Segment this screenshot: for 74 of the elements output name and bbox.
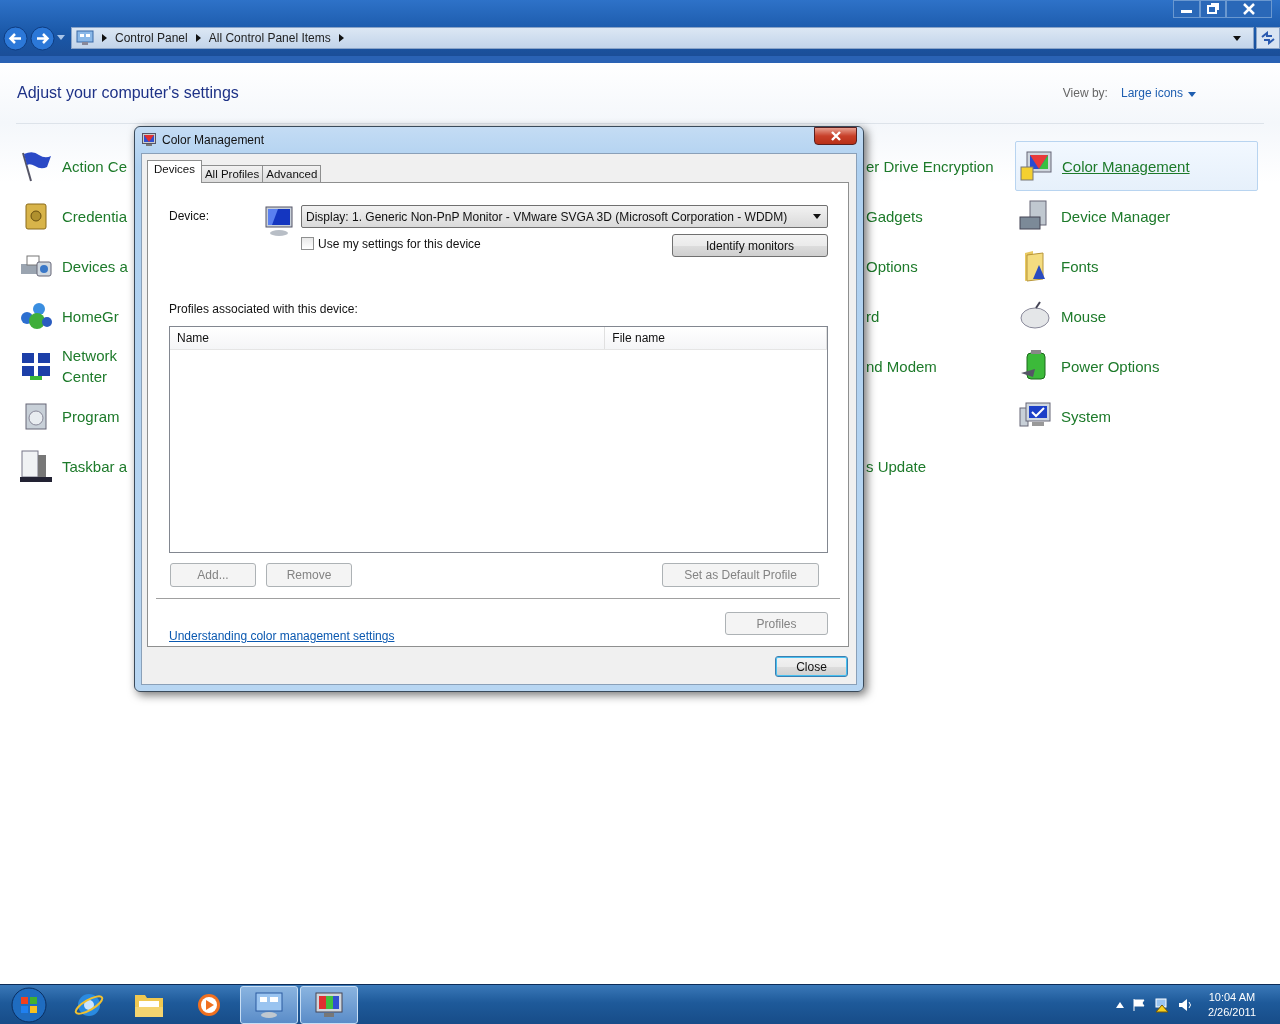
tab[interactable]: Devices: [147, 160, 202, 183]
control-panel-link[interactable]: Options: [866, 255, 918, 277]
close-button[interactable]: Close: [775, 656, 848, 677]
forward-icon[interactable]: [30, 25, 55, 51]
clock-date[interactable]: 2/26/2011: [1207, 1004, 1256, 1020]
breadcrumb-arrow-icon[interactable]: [195, 34, 201, 42]
control-panel-link[interactable]: Power Options: [1061, 355, 1160, 377]
spheres-icon: [19, 300, 53, 332]
checkbox[interactable]: [301, 237, 314, 250]
restore-icon[interactable]: [1200, 0, 1226, 18]
control-panel-link[interactable]: Device Manager: [1061, 205, 1171, 227]
close-icon[interactable]: [1226, 0, 1272, 18]
control-panel-link[interactable]: Program: [62, 405, 120, 427]
control-panel-link[interactable]: HomeGr: [62, 305, 119, 327]
control-panel-link[interactable]: rd: [866, 305, 880, 327]
monitor-icon: [264, 205, 294, 237]
control-panel-link[interactable]: Fonts: [1061, 255, 1099, 277]
control-panel-link[interactable]: er Drive Encryption: [866, 155, 994, 177]
control-panel-link[interactable]: Gadgets: [866, 205, 923, 227]
control-panel-link[interactable]: Action Ce: [62, 155, 128, 177]
device-label: Device:: [169, 209, 210, 223]
profiles-label: Profiles associated with this device:: [169, 302, 359, 316]
control-panel-link[interactable]: Color Management: [1062, 155, 1190, 177]
selected-item-highlight[interactable]: Color Management: [1015, 141, 1258, 191]
profiles-list[interactable]: Name File name: [169, 326, 828, 553]
device-dropdown[interactable]: Display: 1. Generic Non-PnP Monitor - VMware SVGA 3D (Microsoft Corporation - WDDM): [301, 205, 828, 228]
close-button[interactable]: [814, 127, 857, 145]
control-panel-link[interactable]: s Update: [866, 455, 927, 477]
mouse-icon: [1018, 300, 1052, 332]
control-panel-link[interactable]: Credentia: [62, 205, 128, 227]
back-icon[interactable]: [3, 25, 28, 51]
breadcrumb-arrow-icon[interactable]: [102, 34, 107, 42]
speaker-icon[interactable]: [1177, 997, 1194, 1012]
taskbar-button[interactable]: [240, 985, 298, 1024]
column-header[interactable]: File name: [605, 327, 827, 349]
view-by-dropdown[interactable]: Large icons: [1120, 86, 1196, 100]
media-player-icon[interactable]: [196, 991, 222, 1018]
control-panel-link[interactable]: System: [1061, 405, 1111, 427]
color-monitor-icon: [142, 133, 156, 147]
control-panel-link[interactable]: Network Center: [62, 345, 117, 387]
flag-icon: [19, 149, 53, 183]
history-dropdown-icon[interactable]: [1233, 35, 1241, 41]
clock-time[interactable]: 10:04 AM: [1208, 989, 1256, 1005]
checkbox-label: Use my settings for this device: [318, 236, 481, 251]
view-by-label: View by:: [1062, 86, 1108, 100]
show-hidden-icons-icon[interactable]: [1115, 1001, 1124, 1008]
breadcrumb-arrow-icon[interactable]: [338, 34, 344, 42]
page-heading: Adjust your computer's settings: [17, 84, 239, 102]
control-panel-link[interactable]: Devices a: [62, 255, 128, 277]
taskbar-button[interactable]: [300, 985, 358, 1024]
control-panel-link[interactable]: Taskbar a: [62, 455, 128, 477]
dropdown-arrow-icon[interactable]: [57, 35, 65, 41]
breadcrumb[interactable]: Control Panel: [115, 31, 188, 45]
tab[interactable]: All Profiles: [200, 165, 264, 182]
flag-icon[interactable]: [1131, 997, 1146, 1012]
breadcrumb[interactable]: All Control Panel Items: [208, 31, 331, 45]
network-warning-icon[interactable]: [1153, 996, 1170, 1013]
identify-monitors-button[interactable]: Identify monitors: [672, 234, 828, 257]
control-panel-link[interactable]: nd Modem: [866, 355, 937, 377]
network-icon: [20, 350, 52, 382]
color-monitor-icon[interactable]: [314, 990, 344, 1019]
control-panel-icon: [76, 30, 94, 46]
dropdown-arrow-icon: [813, 214, 821, 219]
start-orb-icon[interactable]: [11, 986, 47, 1023]
taskbar-icon: [20, 449, 52, 483]
control-panel-link[interactable]: Mouse: [1061, 305, 1107, 327]
minimize-icon[interactable]: [1173, 0, 1200, 18]
caret-icon: [1188, 92, 1196, 97]
column-header[interactable]: Name: [170, 327, 606, 349]
dialog-title: Color Management: [162, 133, 265, 147]
tab[interactable]: Advanced: [262, 165, 322, 182]
control-panel-icon[interactable]: [254, 990, 284, 1019]
color-monitor-icon: [1019, 149, 1053, 183]
help-link[interactable]: Understanding color management settings: [169, 629, 395, 643]
